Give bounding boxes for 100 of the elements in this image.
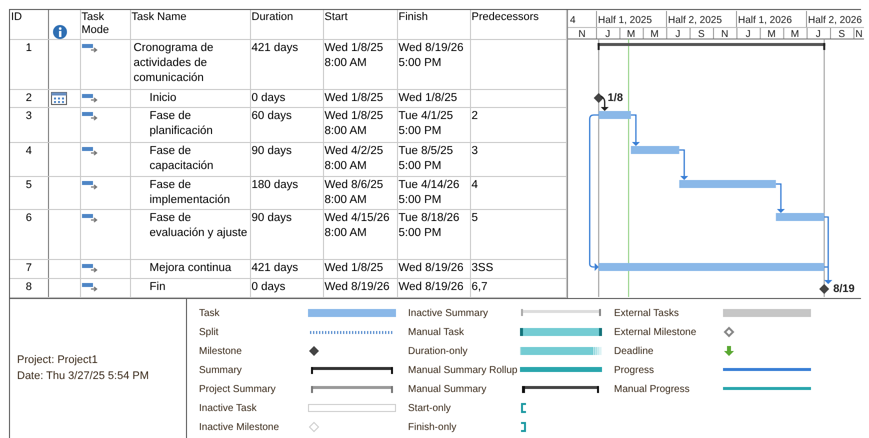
legend-label: Inactive Summary [408, 306, 490, 320]
predecessor-cell: 5 [472, 212, 478, 224]
timescale-label: Half 1, 2026 [738, 15, 792, 26]
start-date: Wed 4/2/25 8:00 AM [324, 144, 384, 172]
dependency-arrow [678, 149, 688, 180]
legend-label: Manual Task [408, 326, 465, 340]
duration-cell: 180 days [252, 178, 298, 190]
start-date: Wed 8/6/25 8:00 AM [324, 178, 384, 206]
legend-label: Duration-only [408, 344, 468, 358]
row-id: 6 [26, 212, 32, 224]
timescale-label: 4 [570, 15, 576, 26]
timescale-label: Half 1, 2025 [598, 15, 652, 26]
dependency-arrow [600, 95, 608, 111]
column-header: Task Name [132, 11, 187, 23]
row-id: 7 [26, 262, 32, 274]
legend-label: Project Summary [199, 382, 277, 396]
finish-date: Tue 8/18/26 5:00 PM [398, 212, 460, 238]
inactive-milestone-swatch [308, 421, 320, 433]
column-header: ID [11, 11, 22, 23]
timescale-label: N [854, 29, 862, 40]
duration-cell: 421 days [252, 262, 298, 274]
row-id: 8 [26, 280, 32, 292]
finish-date: Wed 8/19/26 [398, 262, 464, 274]
legend-label: Inactive Milestone [199, 420, 280, 434]
predecessor-cell: 3SS [472, 262, 494, 274]
task-bar [775, 213, 824, 221]
task-name: Fin [150, 280, 166, 292]
task-mode-icon [82, 92, 100, 104]
row-id: 5 [26, 178, 32, 190]
finish-date: Tue 8/5/25 5:00 PM [398, 144, 454, 172]
duration-cell: 0 days [252, 92, 286, 104]
milestone-diamond [818, 284, 829, 294]
finish-only-swatch [520, 421, 528, 433]
legend-label: External Tasks [614, 306, 680, 320]
start-date: Wed 1/8/25 8:00 AM [324, 110, 384, 136]
column-header: Finish [398, 11, 428, 23]
task-name: Fase de evaluación y ajuste [150, 212, 248, 238]
task-name: Fase de implementación [150, 178, 230, 206]
legend-label: Progress [614, 364, 656, 378]
legend-label: Summary [199, 364, 243, 378]
column-header: Duration [252, 11, 294, 23]
row-id: 3 [26, 110, 32, 122]
timescale-label: Half 2, 2026 [808, 15, 862, 26]
task-mode-icon [82, 262, 100, 274]
legend-label: Milestone [199, 344, 243, 358]
task-mode-icon [82, 42, 100, 54]
task-name: Cronograma de actividades de comunicación [134, 42, 214, 84]
row-id: 4 [26, 144, 32, 156]
finish-date: Tue 4/14/26 5:00 PM [398, 178, 460, 206]
milestone-diamond [593, 93, 604, 103]
column-header: Task Mode [82, 11, 110, 36]
column-header: Start [324, 11, 348, 23]
duration-cell: 60 days [252, 110, 292, 122]
legend-label: Start-only [408, 402, 452, 416]
legend-label: Deadline [614, 344, 654, 358]
timescale-label: M [626, 29, 635, 40]
task-name: Mejora continua [150, 262, 232, 274]
task-name: Fase de planificación [150, 110, 213, 136]
duration-cell: 0 days [252, 280, 286, 292]
start-only-swatch [520, 402, 528, 414]
predecessor-cell: 3 [472, 144, 478, 156]
duration-cell: 421 days [252, 42, 298, 54]
deadline-swatch [723, 345, 735, 357]
task-bar [630, 146, 679, 154]
dependency-arrow [630, 114, 640, 146]
start-date: Wed 1/8/25 8:00 AM [324, 42, 384, 68]
task-mode-icon [82, 110, 100, 122]
legend-label: Manual Summary Rollup [408, 364, 518, 378]
legend-label: Inactive Task [199, 402, 258, 416]
task-name: Fase de capacitación [150, 144, 214, 172]
finish-date: Tue 4/1/25 5:00 PM [398, 110, 454, 136]
start-date: Wed 8/19/26 [324, 280, 390, 292]
milestone-date: 1/8 [607, 92, 622, 104]
legend-label: Split [199, 326, 220, 340]
predecessor-cell: 2 [472, 110, 478, 122]
timescale-label: M [650, 29, 658, 40]
start-date: Wed 1/8/25 [324, 262, 384, 274]
info-icon [52, 24, 66, 38]
task-name: Inicio [150, 92, 176, 104]
timescale-label: J [815, 29, 820, 40]
timescale-label: Half 2, 2025 [668, 15, 722, 26]
column-header: Predecessors [472, 11, 539, 23]
start-date: Wed 1/8/25 [324, 92, 384, 104]
milestone-swatch [308, 345, 320, 357]
finish-date: Wed 8/19/26 [398, 280, 464, 292]
timescale-label: J [745, 29, 750, 40]
task-mode-icon [82, 146, 100, 156]
duration-cell: 90 days [252, 144, 292, 156]
start-date: Wed 4/15/26 8:00 AM [324, 212, 390, 238]
timescale-label: M [766, 29, 776, 40]
finish-date: Wed 8/19/26 5:00 PM [398, 42, 464, 68]
timescale-label: J [604, 29, 610, 40]
legend-label: Manual Summary [408, 382, 488, 396]
legend-label: Task [199, 306, 221, 320]
external-milestone-swatch [723, 326, 735, 338]
predecessor-cell: 6,7 [472, 280, 488, 292]
legend-label: Manual Progress [614, 382, 691, 396]
timescale-label: M [790, 29, 799, 40]
legend-label: Finish-only [408, 420, 458, 434]
milestone-date: 8/19 [832, 283, 854, 295]
